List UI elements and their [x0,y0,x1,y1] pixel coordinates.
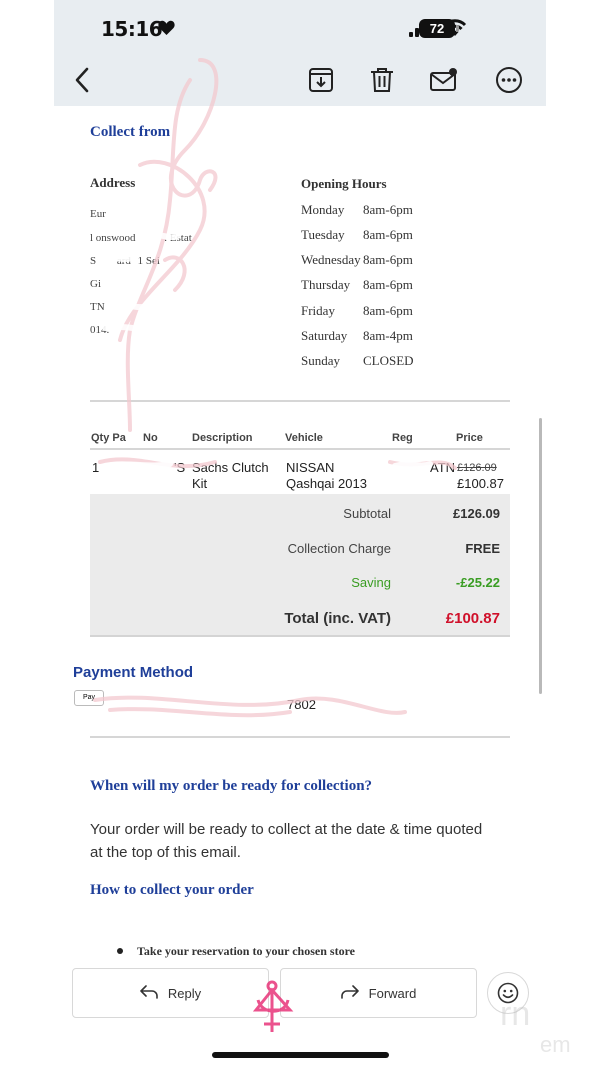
collect-from-heading: Collect from [90,124,171,140]
cell-description: Kit [192,476,208,491]
column-header-price: Price [456,432,483,444]
cell-old-price: £126.09 [457,462,497,474]
address-line: TN [90,301,105,313]
hours-time: 8am-6pm [363,252,413,267]
address-line: Eur [90,208,106,220]
hours-time: CLOSED [363,353,414,368]
collection-charge-label: Collection Charge [287,541,391,556]
bullet-dot [117,948,123,954]
status-time: 15:16 [101,17,163,41]
hours-day: Thursday [301,277,351,292]
archive-download-icon[interactable] [307,66,335,94]
hours-day: Wednesday [301,252,361,267]
table-header-divider [90,448,510,450]
mail-toolbar [54,58,546,106]
hours-time: 8am-6pm [363,227,413,242]
hours-day: Saturday [301,328,348,343]
forward-arrow-icon [340,984,359,1002]
subtotal-label: Subtotal [343,506,391,521]
cell-vehicle: Qashqai 2013 [286,476,367,491]
cell-description: Sachs Clutch [192,460,269,475]
opening-hours-label: Opening Hours [301,176,387,191]
collection-charge-value: FREE [465,541,500,556]
reply-arrow-icon [140,984,158,1002]
hours-time: 8am-6pm [363,277,413,292]
hours-time: 8am-4pm [363,328,413,343]
scrollbar[interactable] [539,418,542,694]
wallet-pay-badge: Pay [74,690,104,706]
cell-qty: 1 [92,460,100,475]
cell-new-price: £100.87 [457,476,504,491]
subtotal-value: £126.09 [453,506,500,521]
address-line: Gi [90,278,101,290]
home-indicator[interactable] [212,1052,389,1058]
emoji-reaction-button[interactable] [487,972,529,1014]
bullet-text: Take your reservation to your chosen sto… [137,944,355,958]
how-to-collect-heading: How to collect your order [90,882,254,898]
total-label: Total (inc. VAT) [284,610,391,627]
column-header-no: No [143,432,158,444]
ready-answer-text: Your order will be ready to collect at t… [90,821,483,861]
hours-day: Friday [301,303,335,318]
battery-icon: 72 [419,19,455,38]
column-header-description: Description [192,432,253,444]
address-label: Address [90,175,136,190]
hours-day: Sunday [301,353,340,368]
divider [90,736,510,738]
hours-day: Monday [301,202,345,217]
column-header-qty-part: Qty Pa [91,432,126,444]
forward-button[interactable]: Forward [280,968,477,1018]
saving-value: -£25.22 [455,575,500,590]
reply-button[interactable]: Reply [72,968,269,1018]
payment-method-heading: Payment Method [73,664,194,681]
heart-icon [158,20,175,41]
column-header-vehicle: Vehicle [285,432,323,444]
ellipsis-circle-icon[interactable] [495,66,523,94]
card-last-digits: 7802 [287,697,316,712]
column-header-reg: Reg [392,432,413,444]
smiley-icon [497,982,519,1004]
saving-label: Saving [351,575,391,590]
hours-time: 8am-6pm [363,202,413,217]
battery-tip [456,25,459,32]
ready-question-heading: When will my order be ready for collecti… [90,778,373,794]
cell-reg: ATN [430,460,456,475]
total-value: £100.87 [445,610,500,627]
address-line: 014. [90,324,110,336]
forward-label: Forward [368,985,417,1001]
order-summary: Subtotal £126.09 Collection Charge FREE … [90,494,510,637]
cell-part: 'S [174,460,186,475]
address-line: l onswood . Estat [90,232,192,244]
mail-unread-icon[interactable] [430,66,458,94]
reply-label: Reply [167,985,202,1001]
status-bar: 15:16 [54,0,546,58]
divider [90,400,510,402]
address-line: S ard 1 Sei [90,255,160,267]
hours-day: Tuesday [301,227,345,242]
trash-icon[interactable] [368,66,396,94]
cell-vehicle: NISSAN [286,460,335,475]
hours-time: 8am-6pm [363,303,413,318]
chevron-left-icon[interactable] [68,66,96,94]
